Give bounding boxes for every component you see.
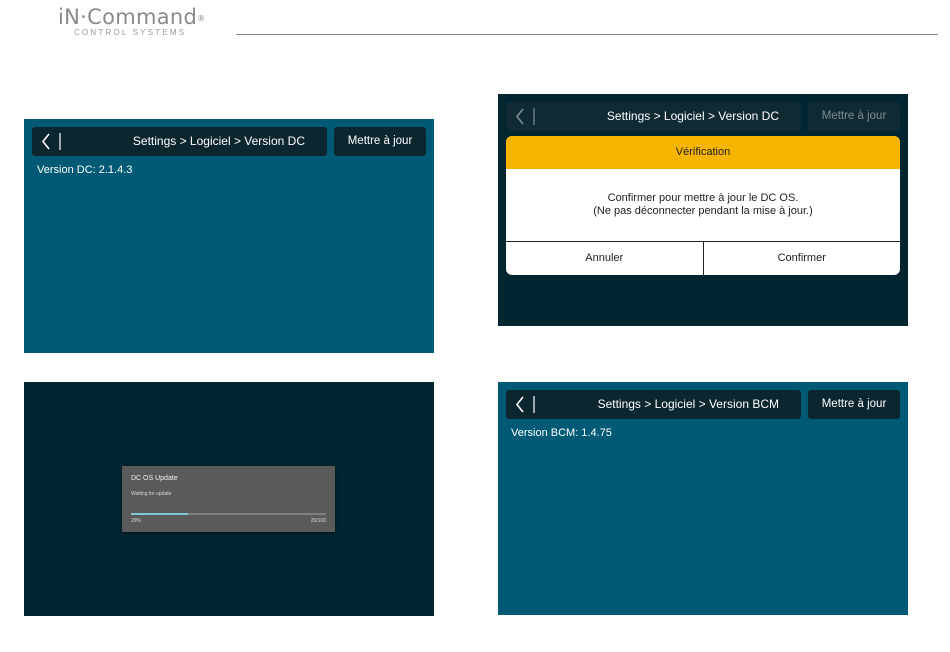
update-button[interactable]: Mettre à jour (808, 390, 900, 419)
dialog-message-line1: Confirmer pour mettre à jour le DC OS. (607, 192, 799, 204)
breadcrumb: Settings > Logiciel > Version BCM (597, 397, 779, 411)
title-bar: Settings > Logiciel > Version BCM (506, 390, 801, 419)
bcm-version-screen: Settings > Logiciel > Version BCM Mettre… (498, 382, 908, 615)
progress-status: Waiting for update (131, 491, 172, 497)
dialog-title: Vérification (506, 136, 900, 169)
breadcrumb: Settings > Logiciel > Version DC (132, 134, 305, 148)
title-bar: Settings > Logiciel > Version DC (506, 102, 801, 131)
registered-mark: ® (197, 14, 206, 23)
back-button[interactable] (512, 107, 538, 126)
title-bar: Settings > Logiciel > Version DC (32, 127, 327, 156)
update-button[interactable]: Mettre à jour (334, 127, 426, 156)
dialog-actions: Annuler Confirmer (506, 242, 900, 275)
progress-track (131, 513, 326, 515)
update-button[interactable]: Mettre à jour (808, 102, 900, 131)
cancel-button[interactable]: Annuler (506, 242, 704, 275)
brand-logo: iN·Command® CONTROL SYSTEMS (58, 6, 205, 37)
update-progress-screen: DC OS Update Waiting for update 29% 29/1… (24, 382, 434, 616)
confirm-button[interactable]: Confirmer (704, 242, 901, 275)
dc-version-text: Version DC: 2.1.4.3 (37, 164, 133, 176)
dialog-message: Confirmer pour mettre à jour le DC OS. (… (506, 169, 900, 242)
dc-version-screen: Settings > Logiciel > Version DC Mettre … (24, 119, 434, 353)
chevron-left-icon (515, 108, 535, 125)
progress-fill (131, 513, 188, 515)
bcm-version-text: Version BCM: 1.4.75 (511, 427, 612, 439)
chevron-left-icon (41, 133, 61, 150)
progress-percent: 29% (131, 518, 142, 524)
brand-name: iN·Command (58, 5, 198, 29)
header-divider (236, 34, 938, 35)
progress-popup: DC OS Update Waiting for update 29% 29/1… (122, 466, 335, 532)
chevron-left-icon (515, 396, 535, 413)
breadcrumb: Settings > Logiciel > Version DC (606, 109, 779, 123)
verification-dialog: Vérification Confirmer pour mettre à jou… (506, 136, 900, 275)
verification-screen: Settings > Logiciel > Version DC Mettre … (498, 94, 908, 326)
back-button[interactable] (38, 132, 64, 151)
brand-tagline: CONTROL SYSTEMS (74, 28, 187, 37)
back-button[interactable] (512, 395, 538, 414)
progress-title: DC OS Update (131, 475, 178, 482)
progress-count: 29/100 (310, 518, 326, 524)
dialog-message-line2: (Ne pas déconnecter pendant la mise à jo… (593, 205, 813, 217)
